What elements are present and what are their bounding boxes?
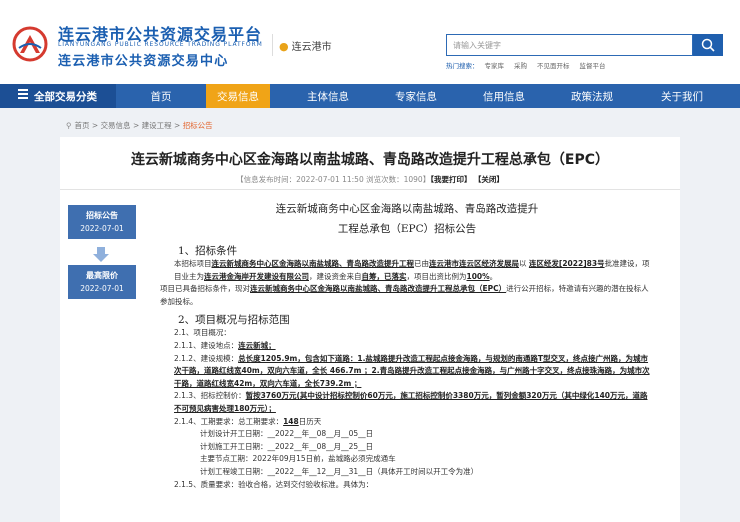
line-duration: 2.1.4、工期要求：总工期要求：148日历天	[174, 416, 322, 426]
line-build-start: 计划施工开工日期：__2022__年__08__月__25__日	[200, 441, 374, 451]
nav-home[interactable]: 首页	[138, 84, 184, 108]
header-divider	[272, 34, 273, 56]
brand-subtitle-en: LIANYUNGANG PUBLIC RESOURCE TRADING PLAT…	[58, 41, 263, 48]
search-icon	[701, 38, 715, 52]
all-categories-button[interactable]: 全部交易分类	[0, 84, 116, 108]
title-divider	[60, 189, 680, 190]
nav-trading-info[interactable]: 交易信息	[206, 84, 270, 108]
line-location: 2.1.1、建设地点：连云新城；	[174, 340, 276, 350]
breadcrumb-construction[interactable]: 建设工程	[142, 121, 172, 130]
breadcrumb-trading[interactable]: 交易信息	[101, 121, 131, 130]
menu-icon	[18, 89, 28, 101]
nav-policy[interactable]: 政策法规	[560, 84, 624, 108]
all-categories-label: 全部交易分类	[34, 91, 97, 103]
paragraph-conditions: 本招标项目连云新城商务中心区金海路以南盐城路、青岛路改造提升工程已由连云港市连云…	[174, 259, 650, 281]
timeline-tender-notice[interactable]: 招标公告 2022-07-01	[68, 205, 136, 239]
nav-entity-info[interactable]: 主体信息	[296, 84, 360, 108]
hot-search-item[interactable]: 监督平台	[580, 62, 606, 70]
nav-expert-info[interactable]: 专家信息	[384, 84, 448, 108]
nav-credit-info[interactable]: 信用信息	[472, 84, 536, 108]
article-card: 连云新城商务中心区金海路以南盐城路、青岛路改造提升工程总承包（EPC） 【信息发…	[60, 137, 680, 522]
breadcrumb: ⚲ 首页 > 交易信息 > 建设工程 > 招标公告	[66, 121, 213, 130]
print-button[interactable]: 【我要打印】	[430, 175, 471, 184]
main-nav: 全部交易分类 首页 交易信息 主体信息 专家信息 信用信息 政策法规 关于我们	[0, 84, 740, 108]
publish-info: 【信息发布时间：2022-07-01 11:50 浏览次数：1090】	[236, 175, 431, 184]
timeline-date: 2022-07-01	[80, 284, 124, 293]
line-milestone: 主要节点工期：2022年09月15日前，盐城路必须完成通车	[200, 454, 396, 464]
close-button[interactable]: 【关闭】	[474, 175, 504, 184]
site-header: 连云港市公共资源交易平台 LIANYUNGANG PUBLIC RESOURCE…	[0, 0, 740, 84]
timeline-label: 招标公告	[86, 211, 118, 220]
hot-search-item[interactable]: 不见面开标	[537, 62, 570, 70]
timeline-max-price[interactable]: 最高限价 2022-07-01	[68, 265, 136, 299]
hot-search-item[interactable]: 专家库	[485, 62, 505, 70]
line-design-start: 计划设计开工日期：__2022__年__08__月__05__日	[200, 429, 374, 439]
paragraph-invitation: 项目已具备招标条件，现对连云新城商务中心区金海路以南盐城路、青岛路改造提升工程总…	[160, 284, 649, 306]
line-quality: 2.1.5、质量要求：验收合格，达到交付验收标准。具体为：	[174, 479, 374, 489]
breadcrumb-current: 招标公告	[182, 121, 213, 130]
section-heading: 2、项目概况与招标范围	[178, 314, 290, 327]
timeline-date: 2022-07-01	[80, 224, 124, 233]
brand-title-center: 连云港市公共资源交易中心	[58, 54, 229, 69]
arrow-down-icon	[93, 247, 109, 262]
article-meta: 【信息发布时间：2022-07-01 11:50 浏览次数：1090】【我要打印…	[60, 174, 680, 185]
doc-heading-line2: 工程总承包（EPC）招标公告	[337, 223, 477, 235]
breadcrumb-home[interactable]: 首页	[75, 121, 90, 130]
timeline-label: 最高限价	[86, 271, 118, 280]
doc-heading-line1: 连云新城商务中心区金海路以南盐城路、青岛路改造提升	[275, 203, 539, 215]
city-selector[interactable]: ● 连云港市	[279, 38, 332, 53]
location-icon: ⚲	[66, 121, 72, 130]
search-input[interactable]: 请输入关键字	[446, 34, 693, 56]
site-logo-icon[interactable]	[12, 26, 48, 62]
hot-search: 热门搜索： 专家库 采购 不见面开标 监督平台	[446, 60, 616, 70]
hot-search-item[interactable]: 采购	[514, 62, 527, 70]
line-completion: 计划工程竣工日期：__2022__年__12__月__31__日（具体开工时间以…	[200, 466, 479, 476]
search-button[interactable]	[693, 34, 723, 56]
notice-body: 连云新城商务中心区金海路以南盐城路、青岛路改造提升 工程总承包（EPC）招标公告…	[160, 199, 654, 491]
line-scale: 2.1.2、建设规模：总长度1205.9m，包含如下道路：1.盐城路提升改造工程…	[174, 353, 650, 388]
line-price: 2.1.3、招标控制价：暂按3760万元(其中设计招标控制价60万元，施工招标控…	[174, 391, 648, 413]
hot-search-label: 热门搜索：	[446, 62, 479, 70]
city-name: 连云港市	[291, 42, 332, 53]
location-pin-icon: ●	[279, 40, 289, 53]
line-overview: 2.1、项目概况：	[174, 328, 231, 338]
page-title: 连云新城商务中心区金海路以南盐城路、青岛路改造提升工程总承包（EPC）	[130, 152, 610, 168]
section-heading: 1、招标条件	[178, 245, 238, 257]
nav-about[interactable]: 关于我们	[650, 84, 714, 108]
